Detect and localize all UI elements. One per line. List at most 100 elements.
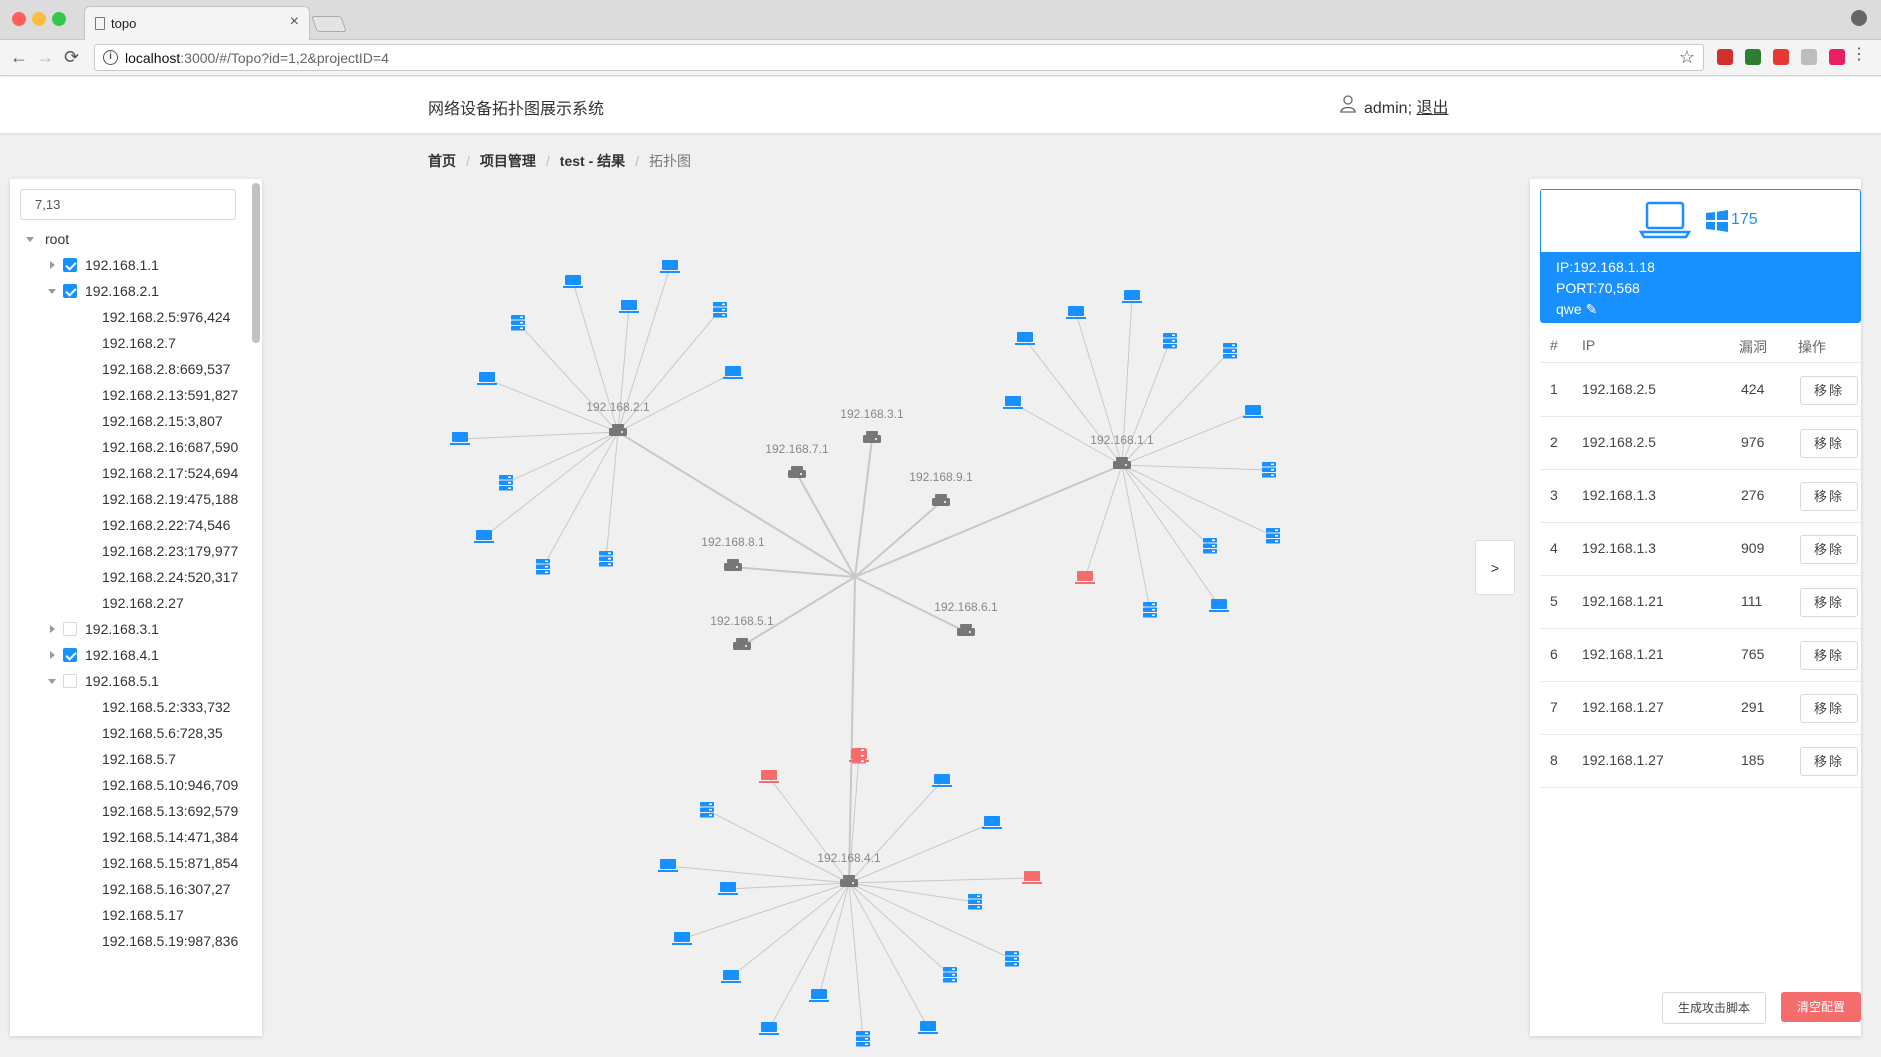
- pc-node-icon[interactable]: [1122, 290, 1142, 303]
- server-node-icon[interactable]: [599, 551, 613, 567]
- alert-node-icon[interactable]: [1022, 871, 1042, 884]
- server-node-icon[interactable]: [1262, 462, 1276, 478]
- server-node-icon[interactable]: [1266, 528, 1280, 544]
- alert-server-node-icon[interactable]: [852, 748, 866, 764]
- browser-menu-icon[interactable]: ⋮: [1851, 47, 1867, 63]
- tree-checkbox[interactable]: [63, 674, 77, 688]
- app-header: 网络设备拓扑图展示系统 admin; 退出: [0, 77, 1881, 134]
- router-node-icon[interactable]: [863, 431, 881, 443]
- topology-graph[interactable]: 192.168.2.1 192.168.3.1 192.168.7.1 192.168…: [270, 177, 1500, 1057]
- bookmark-star-icon[interactable]: ☆: [1679, 47, 1695, 68]
- server-node-icon[interactable]: [1143, 602, 1157, 618]
- clear-config-button[interactable]: 清空配置: [1781, 992, 1861, 1022]
- server-node-icon[interactable]: [713, 302, 727, 318]
- pc-node-icon[interactable]: [474, 530, 494, 543]
- pc-node-icon[interactable]: [658, 859, 678, 872]
- tree-checkbox[interactable]: [63, 284, 77, 298]
- remove-button[interactable]: 移除: [1800, 588, 1858, 617]
- server-node-icon[interactable]: [1163, 333, 1177, 349]
- pc-node-icon[interactable]: [759, 1022, 779, 1035]
- back-button[interactable]: ←: [10, 48, 28, 66]
- router-node-icon[interactable]: [724, 559, 742, 571]
- new-tab-button[interactable]: [311, 16, 347, 32]
- remove-button[interactable]: 移除: [1800, 482, 1858, 511]
- tab-close-icon[interactable]: ×: [290, 13, 299, 31]
- caret-right-icon[interactable]: [50, 261, 55, 269]
- pc-node-icon[interactable]: [1243, 405, 1263, 418]
- address-bar[interactable]: i localhost:3000/#/Topo?id=1,2&projectID…: [94, 44, 1704, 71]
- pc-node-icon[interactable]: [809, 989, 829, 1002]
- caret-down-icon[interactable]: [48, 289, 56, 294]
- pc-node-icon[interactable]: [932, 774, 952, 787]
- extension-icon[interactable]: [1801, 49, 1817, 65]
- caret-down-icon[interactable]: [48, 679, 56, 684]
- pc-node-icon[interactable]: [982, 816, 1002, 829]
- server-node-icon[interactable]: [1005, 951, 1019, 967]
- pc-node-icon[interactable]: [672, 932, 692, 945]
- profile-icon[interactable]: [1851, 10, 1867, 26]
- breadcrumb-result[interactable]: test - 结果: [560, 153, 625, 169]
- remove-button[interactable]: 移除: [1800, 376, 1858, 405]
- server-node-icon[interactable]: [1223, 343, 1237, 359]
- alert-node-icon[interactable]: [759, 770, 779, 783]
- router-node-icon[interactable]: [932, 494, 950, 506]
- window-zoom-button[interactable]: [52, 12, 66, 26]
- breadcrumb-home[interactable]: 首页: [428, 153, 456, 169]
- pc-node-icon[interactable]: [1003, 396, 1023, 409]
- caret-right-icon[interactable]: [50, 651, 55, 659]
- server-node-icon[interactable]: [968, 894, 982, 910]
- pc-node-icon[interactable]: [619, 300, 639, 313]
- pc-node-icon[interactable]: [660, 260, 680, 273]
- server-node-icon[interactable]: [943, 967, 957, 983]
- tree-checkbox[interactable]: [63, 648, 77, 662]
- vue-extension-icon[interactable]: [1745, 49, 1761, 65]
- server-node-icon[interactable]: [499, 475, 513, 491]
- pc-node-icon[interactable]: [718, 882, 738, 895]
- browser-tab[interactable]: topo ×: [84, 6, 310, 40]
- pc-node-icon[interactable]: [723, 366, 743, 379]
- pc-node-icon[interactable]: [1015, 332, 1035, 345]
- pc-node-icon[interactable]: [918, 1021, 938, 1034]
- remove-button[interactable]: 移除: [1800, 535, 1858, 564]
- pc-node-icon[interactable]: [563, 275, 583, 288]
- tree-checkbox[interactable]: [63, 622, 77, 636]
- row-ip: 192.168.1.3: [1582, 487, 1656, 503]
- breadcrumb-projects[interactable]: 项目管理: [480, 153, 536, 169]
- server-node-icon[interactable]: [856, 1031, 870, 1047]
- router-node-icon[interactable]: [733, 638, 751, 650]
- extension-icon[interactable]: [1829, 49, 1845, 65]
- pc-node-icon[interactable]: [721, 970, 741, 983]
- generate-script-button[interactable]: 生成攻击脚本: [1662, 992, 1766, 1024]
- alert-node-icon[interactable]: [1075, 571, 1095, 584]
- remove-button[interactable]: 移除: [1800, 694, 1858, 723]
- adblock-extension-icon[interactable]: [1717, 49, 1733, 65]
- server-node-icon[interactable]: [700, 802, 714, 818]
- remove-button[interactable]: 移除: [1800, 641, 1858, 670]
- tree-search-input[interactable]: [20, 189, 236, 220]
- pc-node-icon[interactable]: [477, 372, 497, 385]
- pc-node-icon[interactable]: [1066, 306, 1086, 319]
- caret-down-icon[interactable]: [26, 237, 34, 242]
- router-node-icon[interactable]: [788, 466, 806, 478]
- remove-button[interactable]: 移除: [1800, 429, 1858, 458]
- remove-button[interactable]: 移除: [1800, 747, 1858, 776]
- pc-node-icon[interactable]: [1209, 599, 1229, 612]
- topology-link: [1121, 464, 1220, 607]
- extension-icon[interactable]: [1773, 49, 1789, 65]
- caret-right-icon[interactable]: [50, 625, 55, 633]
- reload-button[interactable]: ⟳: [64, 48, 79, 66]
- forward-button[interactable]: →: [36, 48, 54, 66]
- window-minimize-button[interactable]: [32, 12, 46, 26]
- expand-panel-button[interactable]: >: [1475, 540, 1515, 595]
- router-node-icon[interactable]: [957, 624, 975, 636]
- server-node-icon[interactable]: [1203, 538, 1217, 554]
- edit-icon[interactable]: ✎: [1586, 301, 1598, 317]
- logout-link[interactable]: 退出: [1416, 100, 1448, 117]
- window-close-button[interactable]: [12, 12, 26, 26]
- site-info-icon[interactable]: i: [103, 50, 118, 65]
- pc-node-icon[interactable]: [450, 432, 470, 445]
- server-node-icon[interactable]: [511, 315, 525, 331]
- server-node-icon[interactable]: [536, 559, 550, 575]
- tree-scrollbar[interactable]: [252, 183, 260, 343]
- tree-checkbox[interactable]: [63, 258, 77, 272]
